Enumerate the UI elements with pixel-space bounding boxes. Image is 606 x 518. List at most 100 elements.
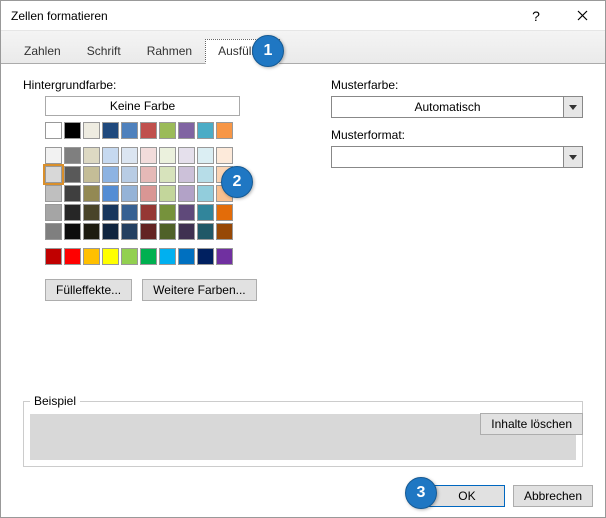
tabs-bar: Zahlen Schrift Rahmen Ausfüllen	[1, 31, 605, 64]
color-swatch[interactable]	[216, 147, 233, 164]
color-swatch[interactable]	[178, 122, 195, 139]
color-swatch[interactable]	[178, 185, 195, 202]
color-swatch[interactable]	[216, 223, 233, 240]
color-swatch[interactable]	[121, 248, 138, 265]
color-swatch[interactable]	[216, 248, 233, 265]
color-swatch[interactable]	[121, 185, 138, 202]
pattern-format-value	[331, 146, 563, 168]
pattern-color-combo[interactable]: Automatisch	[331, 96, 583, 118]
tab-zahlen[interactable]: Zahlen	[11, 39, 74, 64]
color-swatch[interactable]	[83, 248, 100, 265]
color-swatch[interactable]	[45, 147, 62, 164]
pattern-color-label: Musterfarbe:	[331, 78, 583, 92]
color-swatch[interactable]	[102, 223, 119, 240]
color-swatch[interactable]	[216, 122, 233, 139]
color-swatch[interactable]	[159, 166, 176, 183]
color-swatch[interactable]	[83, 122, 100, 139]
chevron-down-icon	[569, 155, 577, 160]
content-panel: Hintergrundfarbe: Keine Farbe Fülleffekt…	[1, 64, 605, 470]
color-swatch[interactable]	[197, 248, 214, 265]
color-swatch[interactable]	[121, 166, 138, 183]
color-swatch[interactable]	[159, 185, 176, 202]
color-swatch[interactable]	[102, 204, 119, 221]
color-swatch[interactable]	[140, 223, 157, 240]
pattern-color-value: Automatisch	[331, 96, 563, 118]
close-button[interactable]	[559, 1, 605, 31]
color-swatch[interactable]	[102, 248, 119, 265]
color-swatch[interactable]	[64, 204, 81, 221]
callout-3: 3	[405, 477, 437, 509]
color-swatch[interactable]	[178, 204, 195, 221]
color-swatch[interactable]	[197, 185, 214, 202]
color-swatch[interactable]	[178, 147, 195, 164]
color-swatch[interactable]	[159, 122, 176, 139]
tint-color-row	[45, 204, 583, 221]
titlebar: Zellen formatieren ?	[1, 1, 605, 31]
color-swatch[interactable]	[83, 147, 100, 164]
color-swatch[interactable]	[140, 122, 157, 139]
color-swatch[interactable]	[140, 166, 157, 183]
color-swatch[interactable]	[64, 223, 81, 240]
color-swatch[interactable]	[140, 185, 157, 202]
color-swatch[interactable]	[45, 122, 62, 139]
color-swatch[interactable]	[178, 248, 195, 265]
color-swatch[interactable]	[140, 248, 157, 265]
color-swatch[interactable]	[45, 185, 62, 202]
color-swatch[interactable]	[140, 204, 157, 221]
color-swatch[interactable]	[45, 248, 62, 265]
tab-rahmen[interactable]: Rahmen	[134, 39, 205, 64]
color-swatch[interactable]	[102, 166, 119, 183]
callout-1: 1	[252, 35, 284, 67]
color-swatch[interactable]	[102, 147, 119, 164]
color-swatch[interactable]	[197, 166, 214, 183]
color-swatch[interactable]	[178, 223, 195, 240]
pattern-format-combo[interactable]	[331, 146, 583, 168]
color-swatch[interactable]	[64, 248, 81, 265]
color-swatch[interactable]	[159, 204, 176, 221]
color-swatch[interactable]	[64, 185, 81, 202]
clear-contents-button[interactable]: Inhalte löschen	[480, 413, 583, 435]
color-swatch[interactable]	[45, 166, 62, 183]
pattern-format-dropdown-button[interactable]	[563, 146, 583, 168]
fill-effects-button[interactable]: Fülleffekte...	[45, 279, 132, 301]
color-swatch[interactable]	[64, 122, 81, 139]
ok-button[interactable]: OK	[429, 485, 505, 507]
color-swatch[interactable]	[121, 223, 138, 240]
color-swatch[interactable]	[83, 166, 100, 183]
color-swatch[interactable]	[121, 122, 138, 139]
color-swatch[interactable]	[197, 122, 214, 139]
color-swatch[interactable]	[102, 185, 119, 202]
color-swatch[interactable]	[121, 204, 138, 221]
color-swatch[interactable]	[140, 147, 157, 164]
color-swatch[interactable]	[45, 223, 62, 240]
chevron-down-icon	[569, 105, 577, 110]
color-swatch[interactable]	[83, 185, 100, 202]
callout-2: 2	[221, 166, 253, 198]
sample-legend: Beispiel	[30, 394, 80, 408]
tint-color-row	[45, 185, 583, 202]
color-swatch[interactable]	[159, 147, 176, 164]
color-swatch[interactable]	[178, 166, 195, 183]
pattern-color-dropdown-button[interactable]	[563, 96, 583, 118]
standard-color-row	[45, 248, 583, 265]
color-swatch[interactable]	[83, 204, 100, 221]
help-button[interactable]: ?	[513, 1, 559, 31]
more-colors-button[interactable]: Weitere Farben...	[142, 279, 256, 301]
color-swatch[interactable]	[64, 147, 81, 164]
color-swatch[interactable]	[121, 147, 138, 164]
color-swatch[interactable]	[102, 122, 119, 139]
color-swatch[interactable]	[197, 223, 214, 240]
color-swatch[interactable]	[64, 166, 81, 183]
color-swatch[interactable]	[159, 248, 176, 265]
color-swatch[interactable]	[197, 204, 214, 221]
pattern-format-label: Musterformat:	[331, 128, 583, 142]
window-title: Zellen formatieren	[11, 9, 513, 23]
color-swatch[interactable]	[83, 223, 100, 240]
no-color-button[interactable]: Keine Farbe	[45, 96, 240, 116]
cancel-button[interactable]: Abbrechen	[513, 485, 593, 507]
color-swatch[interactable]	[216, 204, 233, 221]
color-swatch[interactable]	[45, 204, 62, 221]
color-swatch[interactable]	[197, 147, 214, 164]
color-swatch[interactable]	[159, 223, 176, 240]
tab-schrift[interactable]: Schrift	[74, 39, 134, 64]
